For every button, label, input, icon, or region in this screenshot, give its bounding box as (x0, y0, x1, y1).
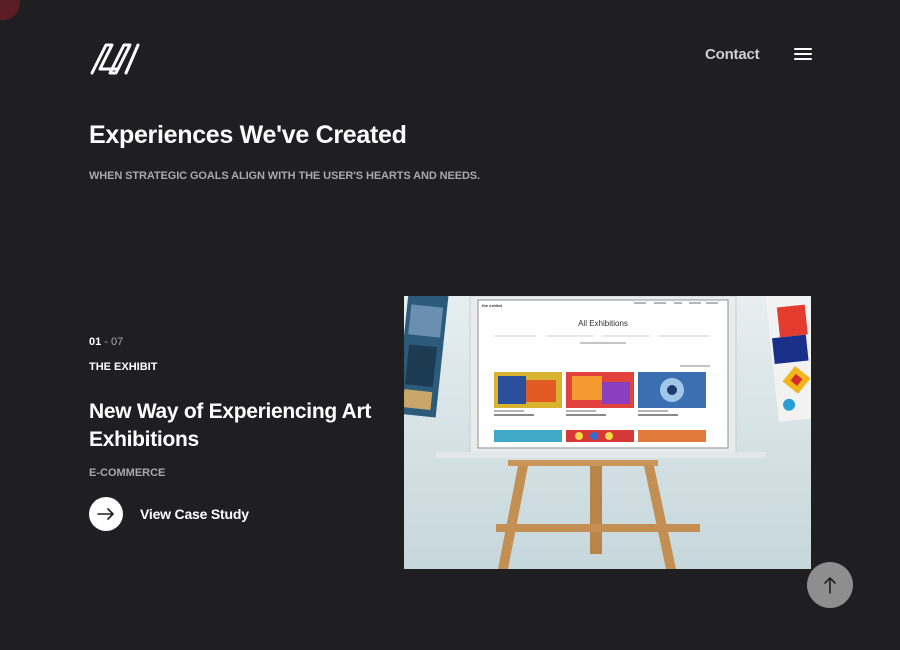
view-case-study-button[interactable]: View Case Study (89, 497, 249, 531)
project-category: E-COMMERCE (89, 467, 166, 479)
arrow-right-icon (89, 497, 123, 531)
scroll-to-top-button[interactable] (807, 562, 853, 608)
preview-brand: the exhibit (482, 303, 503, 308)
logo-icon[interactable] (89, 40, 141, 76)
project-preview-image[interactable]: the exhibit All Exhibitions (404, 296, 811, 569)
project-index: 01 (89, 336, 102, 348)
page-title: Experiences We've Created (89, 121, 407, 149)
hamburger-menu-icon[interactable] (794, 47, 812, 61)
counter-separator: - (101, 336, 112, 348)
project-headline: New Way of Experiencing Art Exhibitions (89, 400, 372, 451)
view-case-study-label: View Case Study (140, 506, 249, 522)
project-name: THE EXHIBIT (89, 361, 158, 373)
corner-decoration (0, 0, 20, 20)
project-total: 07 (111, 336, 124, 348)
arrow-up-icon (824, 577, 836, 594)
project-counter: 01 - 07 (89, 336, 123, 348)
page-subtitle: WHEN STRATEGIC GOALS ALIGN WITH THE USER… (89, 170, 480, 182)
preview-page-title: All Exhibitions (578, 319, 628, 328)
contact-link[interactable]: Contact (705, 46, 760, 63)
